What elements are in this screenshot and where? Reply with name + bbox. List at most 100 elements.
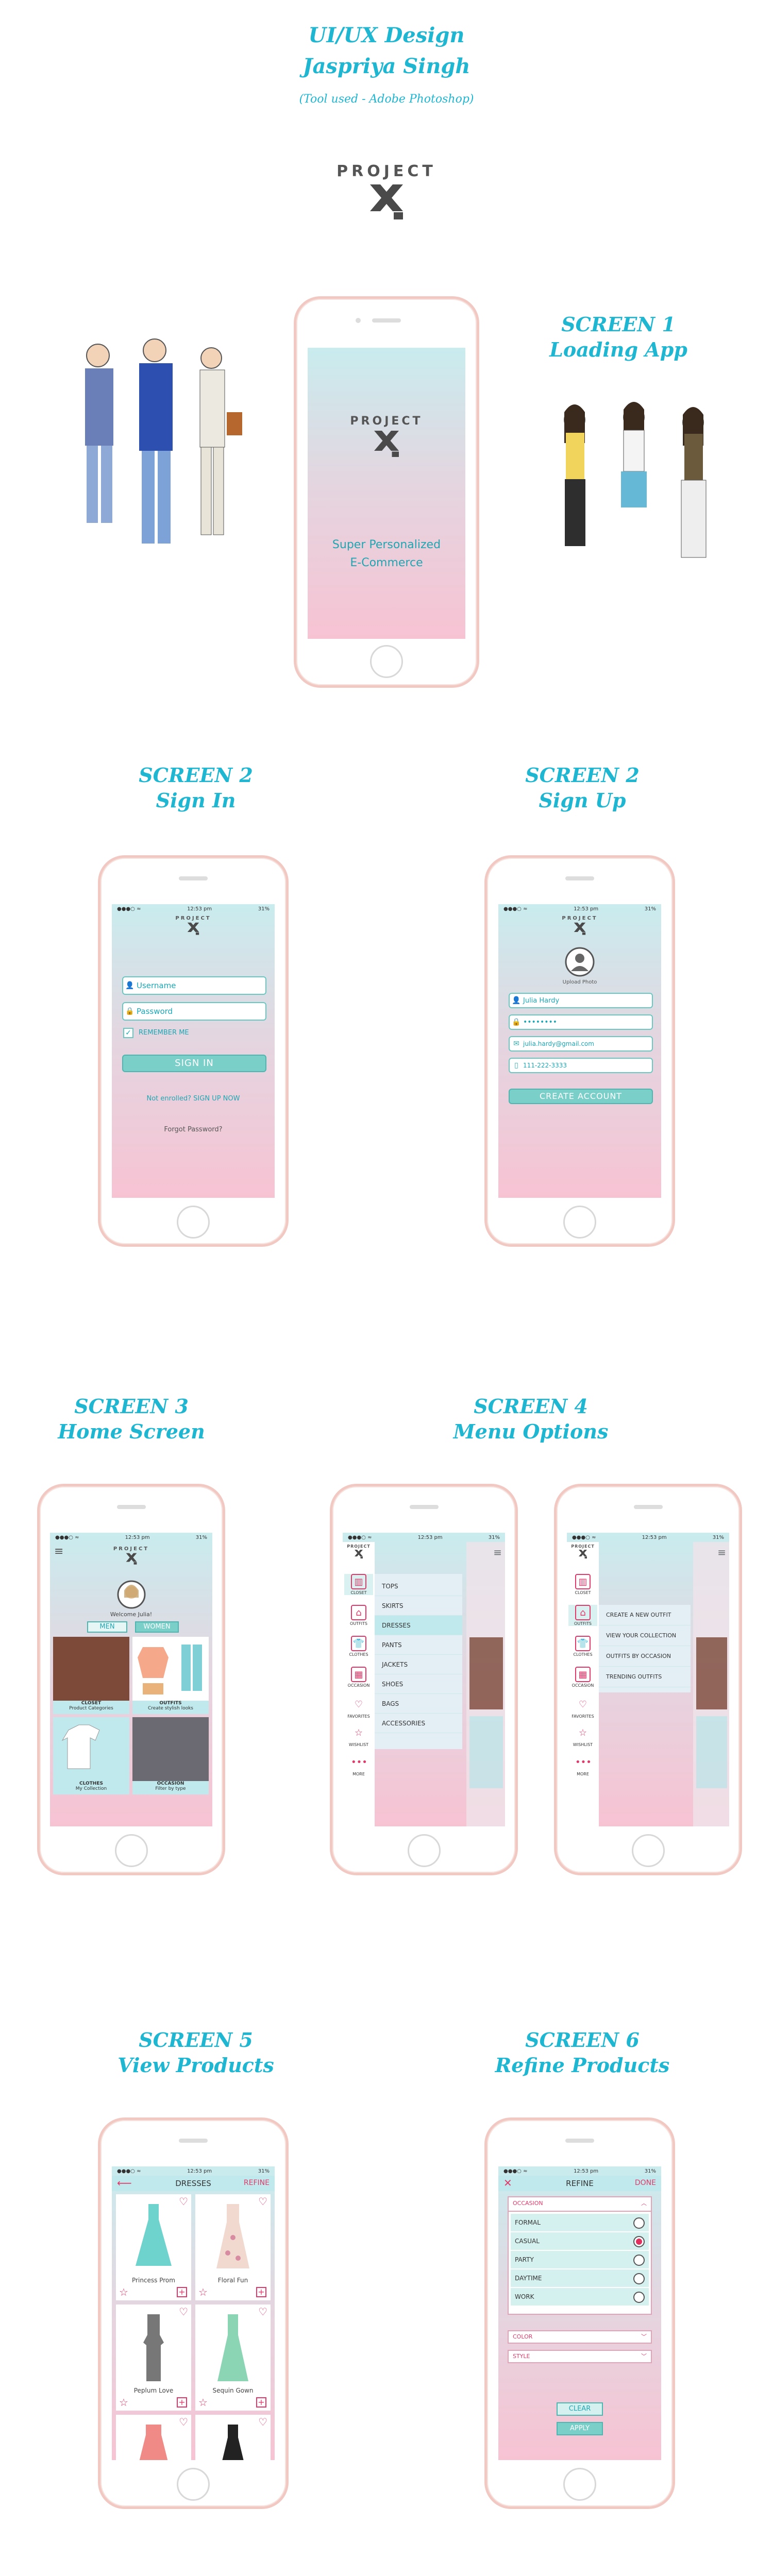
refine-button[interactable]: REFINE <box>244 2179 270 2187</box>
occasion-dropdown[interactable]: OCCASION ︿ <box>509 2197 651 2212</box>
menu-item-view-collection[interactable]: VIEW YOUR COLLECTION <box>599 1625 691 1646</box>
menu-item-dresses[interactable]: DRESSES <box>375 1616 462 1635</box>
menu-clothes-icon[interactable]: 👕 CLOTHES <box>344 1636 373 1657</box>
screen5-label-sub: View Products <box>117 2054 274 2077</box>
radio-daytime[interactable] <box>633 2273 645 2284</box>
screen2a-label-sub: Sign In <box>156 789 236 812</box>
phone-icon: ▯ <box>514 1061 518 1070</box>
menu-outfits-icon[interactable]: ⌂ OUTFITS <box>568 1605 597 1626</box>
password-input[interactable]: 🔒 •••••••• <box>509 1014 653 1030</box>
username-input[interactable]: 👤 Username <box>122 976 266 995</box>
menu-item-bags[interactable]: BAGS <box>375 1694 462 1714</box>
password-input[interactable]: 🔒 Password <box>122 1002 266 1021</box>
hamburger-menu-icon[interactable]: ≡ <box>717 1546 726 1558</box>
add-to-cart-icon[interactable]: + <box>256 2397 266 2408</box>
menu-wishlist-icon[interactable]: ☆ WISHLIST <box>344 1726 373 1747</box>
clear-button[interactable]: CLEAR <box>557 2402 603 2416</box>
coral-dress-image <box>139 2425 168 2460</box>
hamburger-menu-icon[interactable]: ≡ <box>493 1546 502 1558</box>
shirts-image <box>61 1724 100 1769</box>
product-card[interactable]: ♡ Sequin Gown ☆ + <box>195 2304 271 2411</box>
outfits-tile[interactable]: OUTFITS Create stylish looks <box>132 1637 209 1714</box>
email-input[interactable]: ✉ julia.hardy@gmail.com <box>509 1036 653 1052</box>
heart-icon[interactable]: ♡ <box>179 2416 188 2428</box>
color-dropdown[interactable]: COLOR ﹀ <box>508 2330 652 2344</box>
menu-item-tops[interactable]: TOPS <box>375 1577 462 1596</box>
option-party[interactable]: PARTY <box>511 2251 649 2269</box>
product-card[interactable]: ♡ Princess Prom ☆ + <box>116 2194 191 2300</box>
menu-favorites-icon[interactable]: ♡ FAVORITES <box>568 1698 597 1719</box>
shirt-icon: 👕 <box>351 1636 366 1651</box>
star-icon[interactable]: ☆ <box>198 2396 208 2409</box>
add-to-cart-icon[interactable]: + <box>177 2397 187 2408</box>
heart-icon[interactable]: ♡ <box>258 2195 267 2208</box>
star-icon[interactable]: ☆ <box>198 2286 208 2298</box>
menu-more-icon[interactable]: ••• MORE <box>568 1755 597 1776</box>
phone-input[interactable]: ▯ 111-222-3333 <box>509 1058 653 1073</box>
remember-checkbox[interactable]: ✓ <box>123 1028 133 1038</box>
style-dropdown[interactable]: STYLE ﹀ <box>508 2350 652 2363</box>
occasion-tile[interactable]: OCCASION Filter by type <box>132 1717 209 1794</box>
menu-closet-icon[interactable]: ▥ CLOSET <box>344 1574 373 1595</box>
option-formal-label: FORMAL <box>515 2219 541 2226</box>
menu-item-trending[interactable]: TRENDING OUTFITS <box>599 1667 691 1687</box>
menu-outfits-icon[interactable]: ⌂ OUTFITS <box>344 1605 373 1626</box>
menu-item-pants[interactable]: PANTS <box>375 1635 462 1655</box>
option-daytime[interactable]: DAYTIME <box>511 2269 649 2288</box>
product-card[interactable]: ♡ <box>195 2415 271 2460</box>
menu-wishlist-icon[interactable]: ☆ WISHLIST <box>568 1726 597 1747</box>
menu-item-accessories[interactable]: ACCESSORIES <box>375 1714 462 1733</box>
heart-icon[interactable]: ♡ <box>179 2195 188 2208</box>
menu-item-shoes[interactable]: SHOES <box>375 1674 462 1694</box>
closet-caption: CLOSET Product Categories <box>53 1701 129 1714</box>
option-work[interactable]: WORK <box>511 2288 649 2307</box>
radio-casual[interactable] <box>633 2236 645 2247</box>
color-label: COLOR <box>513 2333 533 2340</box>
option-casual[interactable]: CASUAL <box>511 2232 649 2251</box>
menu-clothes-icon[interactable]: 👕 CLOTHES <box>568 1636 597 1657</box>
app-logo: PROJECT <box>498 916 661 936</box>
wishlist-icon-label: WISHLIST <box>573 1742 593 1747</box>
men-tab[interactable]: MEN <box>87 1621 127 1633</box>
add-to-cart-icon[interactable]: + <box>177 2287 187 2297</box>
heart-icon[interactable]: ♡ <box>258 2306 267 2318</box>
create-account-button[interactable]: CREATE ACCOUNT <box>509 1089 653 1104</box>
menu-occasion-icon[interactable]: ▦ OCCASION <box>344 1667 373 1688</box>
menu-closet-icon[interactable]: ▥ CLOSET <box>568 1574 597 1595</box>
product-card[interactable]: ♡ Peplum Love ☆ + <box>116 2304 191 2411</box>
star-icon[interactable]: ☆ <box>119 2286 128 2298</box>
menu-more-icon[interactable]: ••• MORE <box>344 1755 373 1776</box>
menu-item-create-outfit[interactable]: CREATE A NEW OUTFIT <box>599 1605 691 1625</box>
option-formal[interactable]: FORMAL <box>511 2214 649 2232</box>
product-card[interactable]: ♡ <box>116 2415 191 2460</box>
menu-item-jackets[interactable]: JACKETS <box>375 1655 462 1674</box>
phone-home-button <box>177 2468 210 2501</box>
apply-button[interactable]: APPLY <box>557 2422 603 2435</box>
radio-work[interactable] <box>633 2292 645 2303</box>
upload-photo-avatar-icon[interactable] <box>564 946 595 977</box>
forgot-password-link[interactable]: Forgot Password? <box>112 1126 275 1133</box>
screen2b-label: SCREEN 2 Sign Up <box>495 762 670 814</box>
signup-link[interactable]: Not enrolled? SIGN UP NOW <box>112 1095 275 1103</box>
menu-occasion-icon[interactable]: ▦ OCCASION <box>568 1667 597 1688</box>
heart-icon[interactable]: ♡ <box>258 2416 267 2428</box>
menu-item-outfits-occasion[interactable]: OUTFITS BY OCCASION <box>599 1646 691 1667</box>
name-input[interactable]: 👤 Julia Hardy <box>509 993 653 1008</box>
user-avatar[interactable] <box>117 1580 146 1609</box>
preview-tile <box>469 1716 503 1788</box>
menu-item-skirts[interactable]: SKIRTS <box>375 1596 462 1616</box>
clothes-tile[interactable]: CLOTHES My Collection <box>53 1717 129 1794</box>
signin-button[interactable]: SIGN IN <box>122 1055 266 1072</box>
radio-party[interactable] <box>633 2255 645 2266</box>
phone-home-button <box>407 1834 441 1867</box>
product-card[interactable]: ♡ Floral Fun ☆ + <box>195 2194 271 2300</box>
status-battery: 31% <box>195 1534 207 1540</box>
star-icon[interactable]: ☆ <box>119 2396 128 2409</box>
closet-tile[interactable]: CLOSET Product Categories <box>53 1637 129 1714</box>
menu-favorites-icon[interactable]: ♡ FAVORITES <box>344 1698 373 1719</box>
women-tab[interactable]: WOMEN <box>135 1621 179 1633</box>
add-to-cart-icon[interactable]: + <box>256 2287 266 2297</box>
heart-icon[interactable]: ♡ <box>179 2306 188 2318</box>
done-button[interactable]: DONE <box>635 2179 656 2187</box>
radio-formal[interactable] <box>633 2217 645 2229</box>
